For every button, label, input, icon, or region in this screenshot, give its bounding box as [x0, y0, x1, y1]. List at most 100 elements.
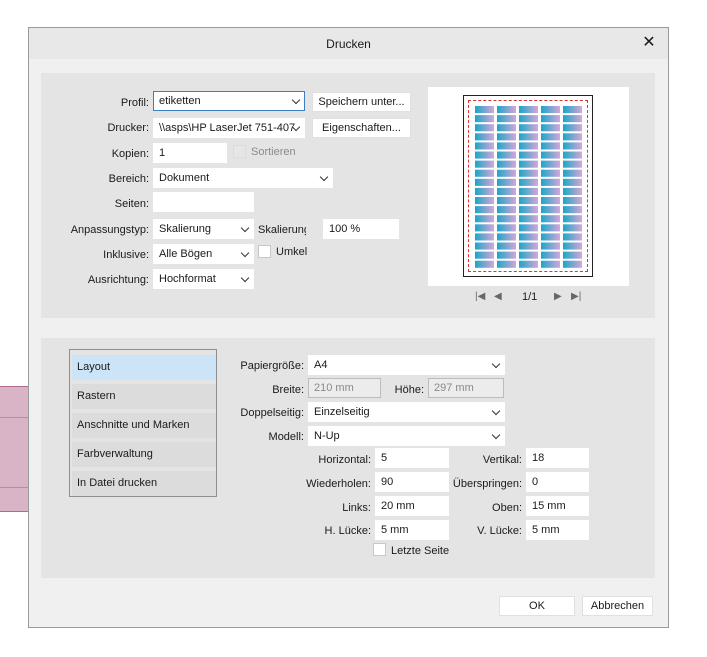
doppelseitig-select[interactable]: Einzelseitig [308, 402, 505, 422]
preview-label-tile [563, 178, 582, 186]
seiten-input[interactable] [153, 192, 254, 212]
preview-label-tile [563, 115, 582, 123]
preview-label-tile [497, 115, 516, 123]
modell-label: Modell: [268, 431, 304, 443]
ausrichtung-select[interactable]: Hochformat [153, 269, 254, 289]
sortieren-checkbox[interactable] [233, 145, 246, 158]
nav-item-layout[interactable]: Layout [72, 355, 216, 380]
links-input[interactable]: 20 mm [375, 496, 449, 516]
preview-label-tile [475, 169, 494, 177]
settings-category-list: Layout Rastern Anschnitte und Marken Far… [69, 349, 217, 497]
preview-label-tile [541, 115, 560, 123]
preview-label-tile [497, 242, 516, 250]
inklusive-value: Alle Bögen [159, 248, 213, 260]
preview-label-tile [541, 160, 560, 168]
letzte-seite-label: Letzte Seite [391, 545, 450, 557]
preview-label-tile [475, 197, 494, 205]
preview-label-tile [475, 187, 494, 195]
nav-item-in-datei-drucken[interactable]: In Datei drucken [72, 471, 216, 496]
bereich-select[interactable]: Dokument [153, 168, 333, 188]
preview-label-tile [475, 151, 494, 159]
preview-page [463, 95, 593, 277]
preview-label-tile [541, 233, 560, 241]
dialog-title: Drucken [326, 37, 371, 51]
preview-label-tile [519, 233, 538, 241]
preview-label-tile [563, 142, 582, 150]
preview-label-tile [563, 124, 582, 132]
vertikal-input[interactable]: 18 [526, 448, 589, 468]
oben-input[interactable]: 15 mm [526, 496, 589, 516]
v-luecke-input[interactable]: 5 mm [526, 520, 589, 540]
preview-label-tile [475, 124, 494, 132]
ausrichtung-value: Hochformat [159, 273, 216, 285]
preview-label-tile [541, 169, 560, 177]
preview-label-tile [519, 215, 538, 223]
hoehe-label: Höhe: [394, 384, 424, 396]
modell-select[interactable]: N-Up [308, 426, 505, 446]
next-page-icon[interactable]: ▶ [554, 291, 562, 305]
preview-label-tile [475, 242, 494, 250]
preview-label-tile [541, 187, 560, 195]
drucker-select[interactable]: \\asps\HP LaserJet 751-407 [153, 118, 305, 138]
preview-label-tile [497, 251, 516, 259]
nav-item-rastern[interactable]: Rastern [72, 384, 216, 409]
close-icon[interactable]: ✕ [640, 33, 658, 53]
h-luecke-input[interactable]: 5 mm [375, 520, 449, 540]
nav-item-anschnitte[interactable]: Anschnitte und Marken [72, 413, 216, 438]
hoehe-input[interactable]: 297 mm [428, 378, 504, 398]
save-as-button[interactable]: Speichern unter... [312, 92, 411, 112]
papiergroesse-select[interactable]: A4 [308, 355, 505, 375]
preview-label-tile [497, 224, 516, 232]
preview-label-tile [541, 133, 560, 141]
last-page-icon[interactable]: ▶| [571, 291, 581, 305]
preview-label-tile [497, 124, 516, 132]
skalierung-input[interactable]: 100 % [323, 219, 399, 239]
bereich-value: Dokument [159, 172, 210, 184]
preview-label-tile [519, 115, 538, 123]
preview-label-tile [519, 133, 538, 141]
ueberspringen-input[interactable]: 0 [526, 472, 589, 492]
first-page-icon[interactable]: |◀ [475, 291, 485, 305]
drucker-value: \\asps\HP LaserJet 751-407 [159, 122, 296, 134]
preview-label-tile [497, 206, 516, 214]
preview-label-tile [519, 178, 538, 186]
print-preview [428, 87, 629, 286]
preview-label-tile [563, 133, 582, 141]
background-line [0, 417, 30, 418]
umkehren-checkbox[interactable] [258, 245, 271, 258]
ok-button[interactable]: OK [499, 596, 575, 616]
oben-label: Oben: [492, 502, 522, 514]
preview-label-tile [497, 142, 516, 150]
anpassungstyp-select[interactable]: Skalierung [153, 219, 254, 239]
breite-input[interactable]: 210 mm [308, 378, 381, 398]
letzte-seite-checkbox[interactable] [373, 543, 386, 556]
chevron-down-icon [319, 172, 329, 182]
preview-label-tile [497, 215, 516, 223]
preview-label-tile [497, 187, 516, 195]
preview-label-tile [519, 160, 538, 168]
properties-button[interactable]: Eigenschaften... [312, 118, 411, 138]
profil-select[interactable]: etiketten [153, 91, 305, 111]
preview-label-tile [519, 187, 538, 195]
previous-page-icon[interactable]: ◀ [494, 291, 502, 305]
bereich-label: Bereich: [108, 173, 149, 185]
preview-label-tile [519, 224, 538, 232]
print-dialog: Drucken ✕ Profil: etiketten Speichern un… [28, 27, 669, 628]
preview-label-tile [475, 115, 494, 123]
preview-label-tile [541, 124, 560, 132]
kopien-input[interactable]: 1 [153, 143, 227, 163]
nav-item-farbverwaltung[interactable]: Farbverwaltung [72, 442, 216, 467]
cancel-button[interactable]: Abbrechen [582, 596, 653, 616]
preview-label-tile [497, 151, 516, 159]
chevron-down-icon [491, 406, 501, 416]
inklusive-select[interactable]: Alle Bögen [153, 244, 254, 264]
preview-label-tile [541, 142, 560, 150]
preview-label-tile [541, 197, 560, 205]
v-luecke-label: V. Lücke: [477, 525, 522, 537]
horizontal-label: Horizontal: [318, 454, 371, 466]
preview-label-tile [563, 224, 582, 232]
wiederholen-input[interactable]: 90 [375, 472, 449, 492]
wiederholen-label: Wiederholen: [306, 478, 371, 490]
horizontal-input[interactable]: 5 [375, 448, 449, 468]
preview-label-tile [519, 142, 538, 150]
